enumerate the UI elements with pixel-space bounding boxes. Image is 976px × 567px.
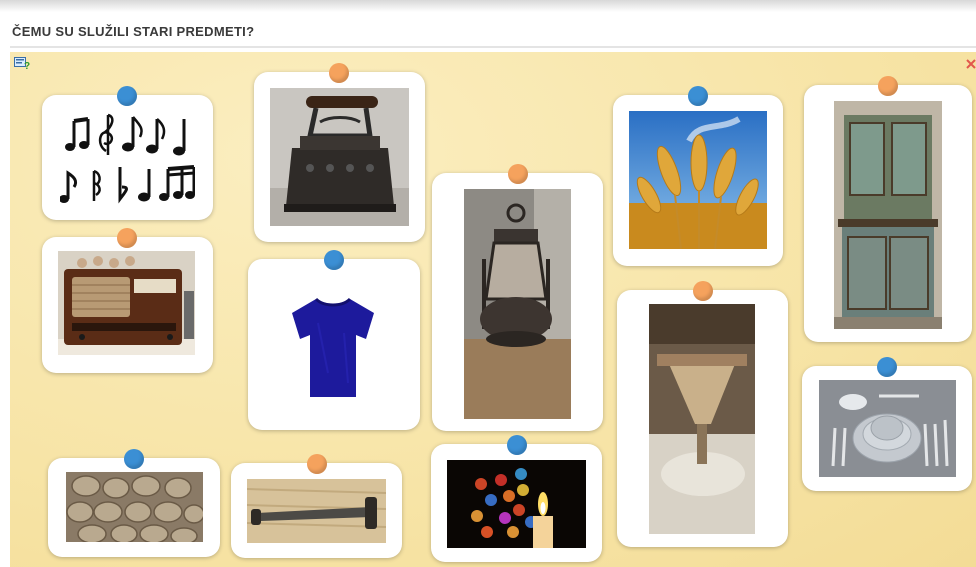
card-mill-hopper[interactable] (617, 281, 788, 547)
pin-blue (117, 86, 137, 106)
card-old-saw[interactable] (231, 454, 402, 558)
old-cupboard-image (834, 101, 942, 329)
wheat-image (629, 111, 767, 249)
page-title: ČEMU SU SLUŽILI STARI PREDMETI? (12, 24, 255, 39)
card-music-notes[interactable] (42, 86, 213, 220)
card-wheat[interactable] (613, 86, 783, 266)
card-table-setting[interactable] (802, 357, 972, 491)
pin-orange (307, 454, 327, 474)
old-iron-image (270, 88, 409, 226)
old-saw-image (247, 479, 386, 543)
card-oil-lantern[interactable] (432, 164, 603, 431)
svg-text:?: ? (24, 61, 30, 70)
mill-hopper-image (649, 304, 755, 534)
card-old-cupboard[interactable] (804, 76, 972, 342)
card-old-iron[interactable] (254, 63, 425, 242)
old-radio-image (58, 251, 195, 355)
pin-blue (688, 86, 708, 106)
pin-blue (124, 449, 144, 469)
pin-blue (324, 250, 344, 270)
card-blue-tshirt[interactable] (248, 250, 420, 430)
card-old-radio[interactable] (42, 228, 213, 373)
pin-blue (877, 357, 897, 377)
firewood-logs-image (66, 472, 203, 542)
table-setting-image (819, 380, 956, 477)
pin-orange (508, 164, 528, 184)
top-shadow (0, 0, 976, 12)
pin-orange (117, 228, 137, 248)
close-icon[interactable] (966, 56, 976, 69)
oil-lantern-image (464, 189, 571, 419)
blue-tshirt-image (288, 293, 378, 403)
card-firewood-logs[interactable] (48, 449, 220, 557)
help-icon[interactable]: ? (14, 56, 30, 72)
pin-orange (329, 63, 349, 83)
music-notes-image (60, 111, 195, 206)
card-candle-lights[interactable] (431, 435, 602, 562)
pin-blue (507, 435, 527, 455)
title-divider (10, 46, 976, 48)
pin-orange (693, 281, 713, 301)
pin-orange (878, 76, 898, 96)
candle-lights-image (447, 460, 586, 548)
